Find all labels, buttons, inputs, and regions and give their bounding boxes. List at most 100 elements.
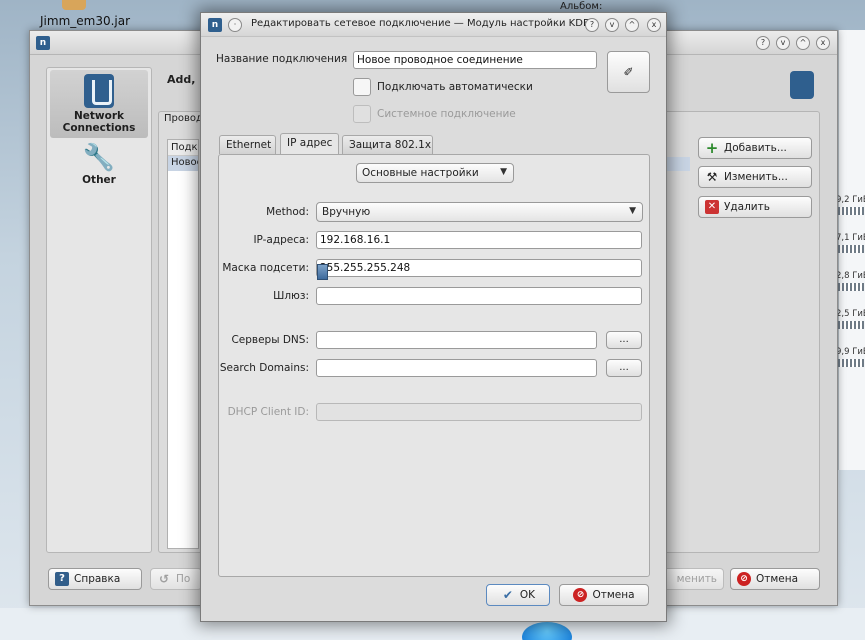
auto-connect-label: Подключать автоматически — [377, 81, 533, 93]
menu-icon[interactable]: · — [228, 18, 242, 32]
gateway-input[interactable] — [316, 287, 642, 305]
method-select[interactable]: Вручную ▼ — [316, 202, 643, 222]
sidebar-item-label: Other — [82, 174, 116, 186]
dns-servers-input[interactable] — [316, 331, 597, 349]
dns-edit-button[interactable]: ... — [606, 331, 642, 349]
maximize-icon[interactable]: ^ — [796, 36, 810, 50]
defaults-button[interactable]: ↺ По — [150, 568, 202, 590]
close-icon[interactable]: x — [816, 36, 830, 50]
module-sidebar: Network Connections 🔧 Other — [46, 67, 152, 553]
ip-settings-panel: Основные настройки ▼ Method: Вручную ▼ I… — [218, 154, 650, 577]
sidebar-item-label: Connections — [62, 122, 136, 134]
settings-mode-select[interactable]: Основные настройки ▼ — [356, 163, 514, 183]
sidebar-item-other[interactable]: 🔧 Other — [50, 144, 148, 186]
connection-name-input[interactable]: Новое проводное соединение — [353, 51, 597, 69]
list-header[interactable]: Подкл — [168, 140, 198, 156]
chevron-down-icon: ▼ — [500, 167, 507, 177]
defaults-button-label: По — [176, 573, 191, 585]
minimize-icon[interactable]: v — [605, 18, 619, 32]
connection-icon-button[interactable]: ✐ — [607, 51, 650, 93]
edit-button[interactable]: ⚒ Изменить... — [698, 166, 812, 188]
ip-address-input[interactable]: 192.168.16.1 — [316, 231, 642, 249]
cancel-icon: ⊘ — [737, 572, 751, 586]
disk-usage-bar — [838, 207, 864, 215]
wrench-icon: 🔧 — [82, 143, 116, 173]
delete-icon: ✕ — [705, 200, 719, 214]
close-icon[interactable]: x — [647, 18, 661, 32]
checkmark-icon: ✔ — [502, 588, 513, 602]
ok-button[interactable]: ✔ OK — [486, 584, 550, 606]
list-item-selection — [666, 157, 690, 171]
help-icon[interactable]: ? — [585, 18, 599, 32]
network-cable-icon: ✐ — [623, 65, 634, 79]
disk-size-label: 9,9 ГиБ — [836, 347, 865, 357]
app-icon: n — [208, 18, 222, 32]
search-domains-label: Search Domains: — [219, 362, 309, 374]
disk-usage-bar — [838, 321, 864, 329]
bg-cancel-button[interactable]: ⊘ Отмена — [730, 568, 820, 590]
dns-servers-label: Серверы DNS: — [231, 334, 309, 346]
help-button[interactable]: ? Справка — [48, 568, 142, 590]
disk-size-label: 7,1 ГиБ — [836, 233, 865, 243]
mouse-cursor-icon — [317, 264, 328, 280]
wrench-icon: ⚒ — [706, 170, 718, 184]
disk-size-label: 2,8 ГиБ — [836, 271, 865, 281]
tab-security-8021x[interactable]: Защита 802.1x — [342, 135, 433, 154]
bg-cancel-button-label: Отмена — [756, 573, 799, 585]
apply-button-label: менить — [676, 573, 717, 585]
maximize-icon[interactable]: ^ — [625, 18, 639, 32]
method-label: Method: — [266, 206, 309, 218]
disk-usage-bar — [838, 359, 864, 367]
delete-button-label: Удалить — [724, 201, 770, 213]
edit-connection-dialog: n · Редактировать сетевое подключение — … — [200, 12, 667, 622]
add-button[interactable]: + Добавить... — [698, 137, 812, 159]
search-domains-edit-button[interactable]: ... — [606, 359, 642, 377]
system-connection-checkbox[interactable] — [353, 105, 371, 123]
edit-button-label: Изменить... — [724, 171, 788, 183]
list-item[interactable]: Новое — [168, 156, 198, 171]
network-connections-icon — [84, 74, 114, 108]
plus-icon: + — [705, 139, 719, 157]
system-connection-label: Системное подключение — [377, 108, 516, 120]
help-book-icon: ? — [55, 572, 69, 586]
sidebar-item-network-connections[interactable]: Network Connections — [50, 70, 148, 138]
cancel-button[interactable]: ⊘ Отмена — [559, 584, 649, 606]
disk-usage-bar — [838, 283, 864, 291]
connection-name-label: Название подключения — [216, 53, 348, 65]
add-button-label: Добавить... — [724, 142, 787, 154]
search-domains-input[interactable] — [316, 359, 597, 377]
dialog-titlebar: n · Редактировать сетевое подключение — … — [201, 13, 666, 37]
ip-address-label: IP-адреса: — [253, 234, 309, 246]
desktop-icon-label[interactable]: Jimm_em30.jar — [40, 14, 130, 28]
app-icon: n — [36, 36, 50, 50]
chevron-down-icon: ▼ — [629, 206, 636, 216]
disk-usage-bar — [838, 245, 864, 253]
tab-wired[interactable]: Провод — [164, 113, 203, 124]
subnet-mask-input[interactable]: 255.255.255.248 — [316, 259, 642, 277]
sidebar-item-label: Network — [73, 110, 124, 122]
method-value: Вручную — [322, 206, 371, 218]
auto-connect-checkbox[interactable] — [353, 78, 371, 96]
help-icon[interactable]: ? — [756, 36, 770, 50]
gateway-label: Шлюз: — [273, 290, 309, 302]
cancel-icon: ⊘ — [573, 588, 588, 602]
dialog-title: Редактировать сетевое подключение — Моду… — [251, 18, 590, 29]
dhcp-client-id-label: DHCP Client ID: — [227, 406, 309, 418]
delete-button[interactable]: ✕ Удалить — [698, 196, 812, 218]
settings-mode-value: Основные настройки — [362, 167, 479, 179]
cancel-button-label: Отмена — [592, 589, 635, 601]
disk-size-label: 9,2 ГиБ — [836, 195, 865, 205]
disk-size-label: 2,5 ГиБ — [836, 309, 865, 319]
tab-ip-address[interactable]: IP адрес — [280, 133, 339, 155]
help-button-label: Справка — [74, 573, 121, 585]
network-logo-icon — [790, 71, 814, 99]
subnet-mask-label: Маска подсети: — [222, 262, 309, 274]
album-label: Альбом: — [560, 1, 603, 12]
ok-button-label: OK — [519, 589, 536, 601]
reset-icon: ↺ — [158, 572, 170, 586]
tab-ethernet[interactable]: Ethernet — [219, 135, 276, 154]
minimize-icon[interactable]: v — [776, 36, 790, 50]
dhcp-client-id-input[interactable] — [316, 403, 642, 421]
jar-file-icon[interactable] — [62, 0, 86, 10]
connections-list[interactable]: Подкл Новое — [167, 139, 199, 549]
